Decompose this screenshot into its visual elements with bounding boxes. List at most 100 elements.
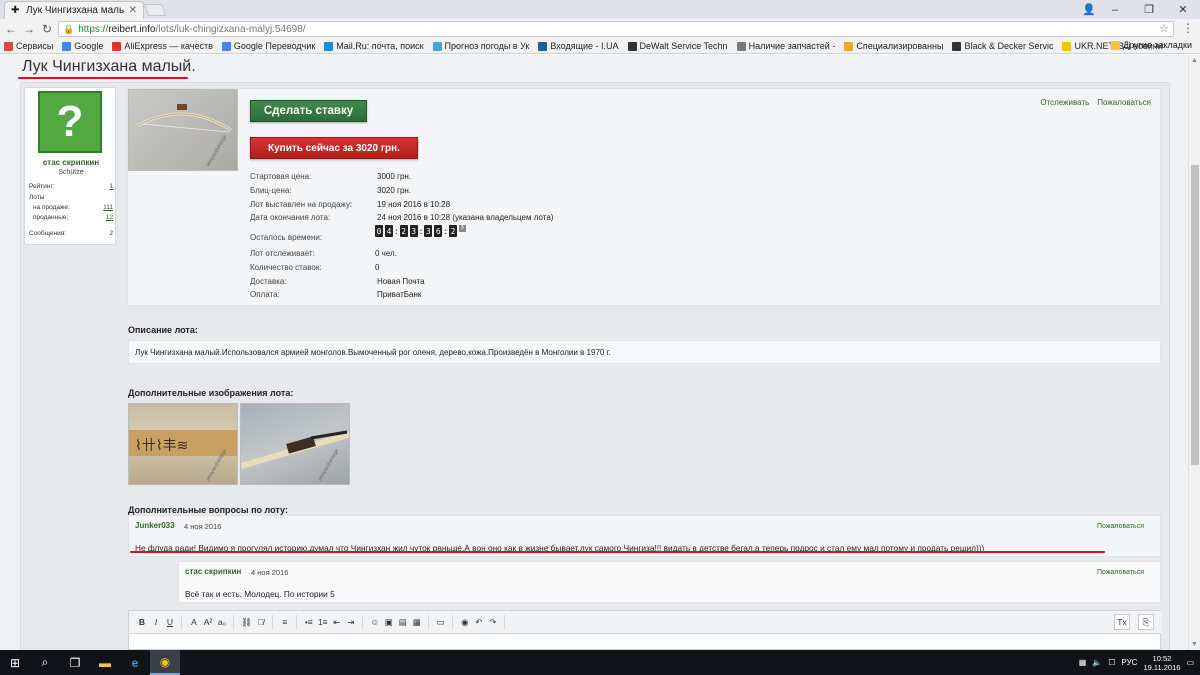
- bookmark-item[interactable]: DeWalt Service Techn: [627, 41, 728, 51]
- seller-selling-count[interactable]: 111: [103, 204, 113, 211]
- underline-button[interactable]: U: [164, 614, 176, 630]
- clear-format-button[interactable]: Tx: [1114, 614, 1130, 630]
- restore-icon[interactable]: ❐: [1132, 0, 1166, 19]
- bookmark-item[interactable]: Прогноз погоды в Ук: [432, 41, 529, 51]
- font-color-button[interactable]: A: [188, 614, 200, 630]
- start-icon[interactable]: ⊞: [0, 650, 30, 675]
- watchers-label: Лот отслеживает:: [250, 249, 315, 258]
- font-size-button[interactable]: A²: [202, 614, 214, 630]
- notification-icon[interactable]: ☐: [1108, 658, 1115, 667]
- editor-button-group: ◉ ↶ ↷: [456, 615, 505, 629]
- font-family-button[interactable]: a₀: [216, 614, 228, 630]
- answer-date: 4 ноя 2016: [251, 568, 289, 577]
- undo-button[interactable]: ↶: [473, 614, 485, 630]
- listed-date-label: Лот выставлен на продажу:: [250, 200, 353, 209]
- language-indicator[interactable]: РУС: [1121, 658, 1137, 667]
- outdent-button[interactable]: ⇤: [331, 614, 343, 630]
- smilies-button[interactable]: ☺: [369, 614, 381, 630]
- bookmark-item[interactable]: Входящие - I.UA: [538, 41, 619, 51]
- system-clock[interactable]: 10:52 19.11.2016: [1143, 654, 1180, 672]
- lot-actions: Отслеживать Пожаловаться: [1040, 98, 1151, 107]
- back-icon[interactable]: ←: [4, 21, 18, 37]
- extra-image-thumbnail[interactable]: ⌇卄⌇丰≋ armyandvintage: [128, 403, 238, 485]
- editor-button-group: ⛓ ⛓̸: [237, 615, 273, 629]
- page-content: Лук Чингизхана малый. ? стас скрипкин Sc…: [0, 55, 1188, 650]
- bookmark-star-icon[interactable]: ☆: [1159, 22, 1169, 35]
- close-window-icon[interactable]: ✕: [1166, 0, 1200, 19]
- bookmark-item[interactable]: AliExpress — качеств: [112, 41, 213, 51]
- description-heading: Описание лота:: [128, 325, 198, 335]
- tab-close-icon[interactable]: ✕: [129, 5, 137, 16]
- reload-icon[interactable]: ↻: [40, 21, 54, 37]
- avatar[interactable]: ?: [38, 91, 102, 153]
- task-view-icon[interactable]: ❐: [60, 650, 90, 675]
- bookmark-item[interactable]: Наличие запчастей -: [736, 41, 835, 51]
- align-button[interactable]: ≡: [279, 614, 291, 630]
- answer-report-link[interactable]: Пожаловаться: [1097, 569, 1144, 576]
- lock-icon: 🔒: [63, 23, 75, 34]
- bookmark-item[interactable]: Google: [62, 41, 103, 51]
- bookmark-item[interactable]: Специализированны: [844, 41, 943, 51]
- seller-sold-count[interactable]: 12: [106, 214, 113, 221]
- url-input[interactable]: 🔒 https:// reibert.info /lots/luk-chingi…: [58, 21, 1174, 37]
- bookmark-item[interactable]: Black & Decker Servic: [952, 41, 1053, 51]
- table-button[interactable]: ▦: [411, 614, 423, 630]
- chrome-browser-icon[interactable]: ◉: [150, 650, 180, 675]
- timer-digit: 6: [434, 225, 443, 237]
- profile-icon[interactable]: 👤: [1080, 0, 1098, 19]
- reply-editor[interactable]: B I U A A² a₀ ⛓ ⛓̸ ≡ •≡ 1≡ ⇤ ⇥ ☺ ▣ ▤ ▦ ▭ ◉ ↶ ↷ Tx ⎘: [128, 610, 1162, 650]
- browser-tabbar: ✚ Лук Чингизхана малый. ✕ 👤 – ❐ ✕: [0, 0, 1200, 19]
- seller-name[interactable]: стас скрипкин: [25, 158, 117, 167]
- browser-tab[interactable]: ✚ Лук Чингизхана малый. ✕: [4, 1, 144, 19]
- extra-image-thumbnail[interactable]: armyandvintage: [240, 403, 350, 485]
- new-tab-button[interactable]: [143, 4, 167, 16]
- question-author[interactable]: Junker033: [135, 521, 175, 530]
- quote-button[interactable]: ▭: [435, 614, 447, 630]
- volume-icon[interactable]: 🔈: [1092, 658, 1102, 667]
- svg-text:⌇卄⌇丰≋: ⌇卄⌇丰≋: [135, 438, 188, 454]
- link-button[interactable]: ⛓: [240, 614, 253, 630]
- edge-browser-icon[interactable]: e: [120, 650, 150, 675]
- buy-now-button[interactable]: Купить сейчас за 3020 грн.: [250, 137, 418, 159]
- italic-button[interactable]: I: [150, 614, 162, 630]
- timer-separator: :: [395, 226, 398, 236]
- address-toolbar: ← → ↻ 🔒 https:// reibert.info /lots/luk-…: [0, 19, 1200, 39]
- page-scrollbar[interactable]: ▲ ▼: [1188, 55, 1200, 650]
- media-button[interactable]: ▤: [397, 614, 409, 630]
- seller-lots-row: Лоты: [29, 194, 45, 201]
- scroll-up-icon[interactable]: ▲: [1191, 57, 1198, 64]
- search-icon[interactable]: ⌕: [30, 650, 60, 675]
- bookmark-item[interactable]: Mail.Ru: почта, поиск: [324, 41, 424, 51]
- numbered-list-button[interactable]: 1≡: [317, 614, 329, 630]
- bid-button[interactable]: Сделать ставку: [250, 100, 367, 122]
- minimize-icon[interactable]: –: [1098, 0, 1132, 19]
- redo-button[interactable]: ↷: [487, 614, 499, 630]
- bookmark-item[interactable]: Сервисы: [4, 41, 53, 51]
- question-date: 4 ноя 2016: [184, 522, 222, 531]
- indent-button[interactable]: ⇥: [345, 614, 357, 630]
- unlink-button[interactable]: ⛓̸: [255, 614, 267, 630]
- bold-button[interactable]: B: [136, 614, 148, 630]
- lot-main-image[interactable]: armyandvintage: [128, 89, 238, 171]
- bullet-list-button[interactable]: •≡: [303, 614, 315, 630]
- bookmark-item[interactable]: Google Переводчик: [221, 41, 316, 51]
- scroll-down-icon[interactable]: ▼: [1191, 641, 1198, 648]
- question-report-link[interactable]: Пожаловаться: [1097, 523, 1144, 530]
- other-bookmarks[interactable]: Другие закладки: [1111, 40, 1192, 50]
- editor-right-tools: Tx ⎘: [1114, 614, 1156, 630]
- action-center-icon[interactable]: ▭: [1186, 658, 1194, 667]
- report-link[interactable]: Пожаловаться: [1097, 98, 1151, 107]
- network-icon[interactable]: ▦: [1079, 658, 1087, 667]
- seller-card: ? стас скрипкин Schütze Рейтинг: 1 Лоты …: [24, 87, 116, 245]
- bookmark-label: Google Переводчик: [233, 41, 316, 51]
- watch-link[interactable]: Отслеживать: [1040, 98, 1089, 107]
- answer-author[interactable]: стас скрипкин: [185, 567, 241, 576]
- file-explorer-icon[interactable]: ▬: [90, 650, 120, 675]
- toggle-bbcode-button[interactable]: ⎘: [1138, 614, 1154, 630]
- seller-rating[interactable]: 1: [109, 183, 113, 190]
- camera-button[interactable]: ◉: [459, 614, 471, 630]
- scroll-thumb[interactable]: [1191, 165, 1199, 465]
- browser-menu-icon[interactable]: ⋮: [1182, 21, 1194, 35]
- image-button[interactable]: ▣: [383, 614, 395, 630]
- forward-icon[interactable]: →: [22, 21, 36, 37]
